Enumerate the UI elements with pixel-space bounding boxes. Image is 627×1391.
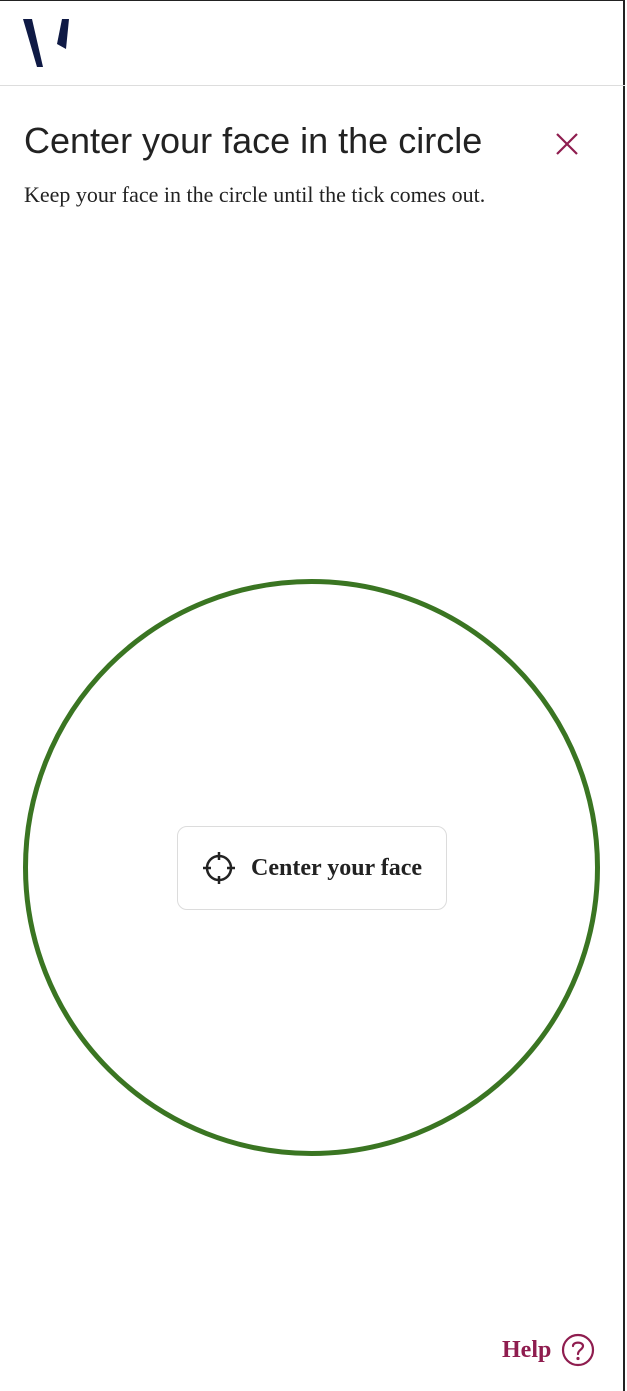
status-label: Center your face — [251, 854, 423, 881]
question-circle-icon — [561, 1333, 595, 1367]
header-bar — [0, 0, 625, 86]
close-button[interactable] — [549, 126, 585, 162]
face-status-indicator: Center your face — [177, 826, 447, 910]
help-label: Help — [502, 1336, 552, 1363]
close-icon — [556, 133, 578, 155]
page-title: Center your face in the circle — [24, 120, 483, 161]
instruction-text: Keep your face in the circle until the t… — [24, 182, 486, 207]
help-button[interactable]: Help — [502, 1332, 595, 1368]
brand-v-logo-icon — [22, 18, 70, 68]
crosshair-icon — [202, 851, 236, 885]
